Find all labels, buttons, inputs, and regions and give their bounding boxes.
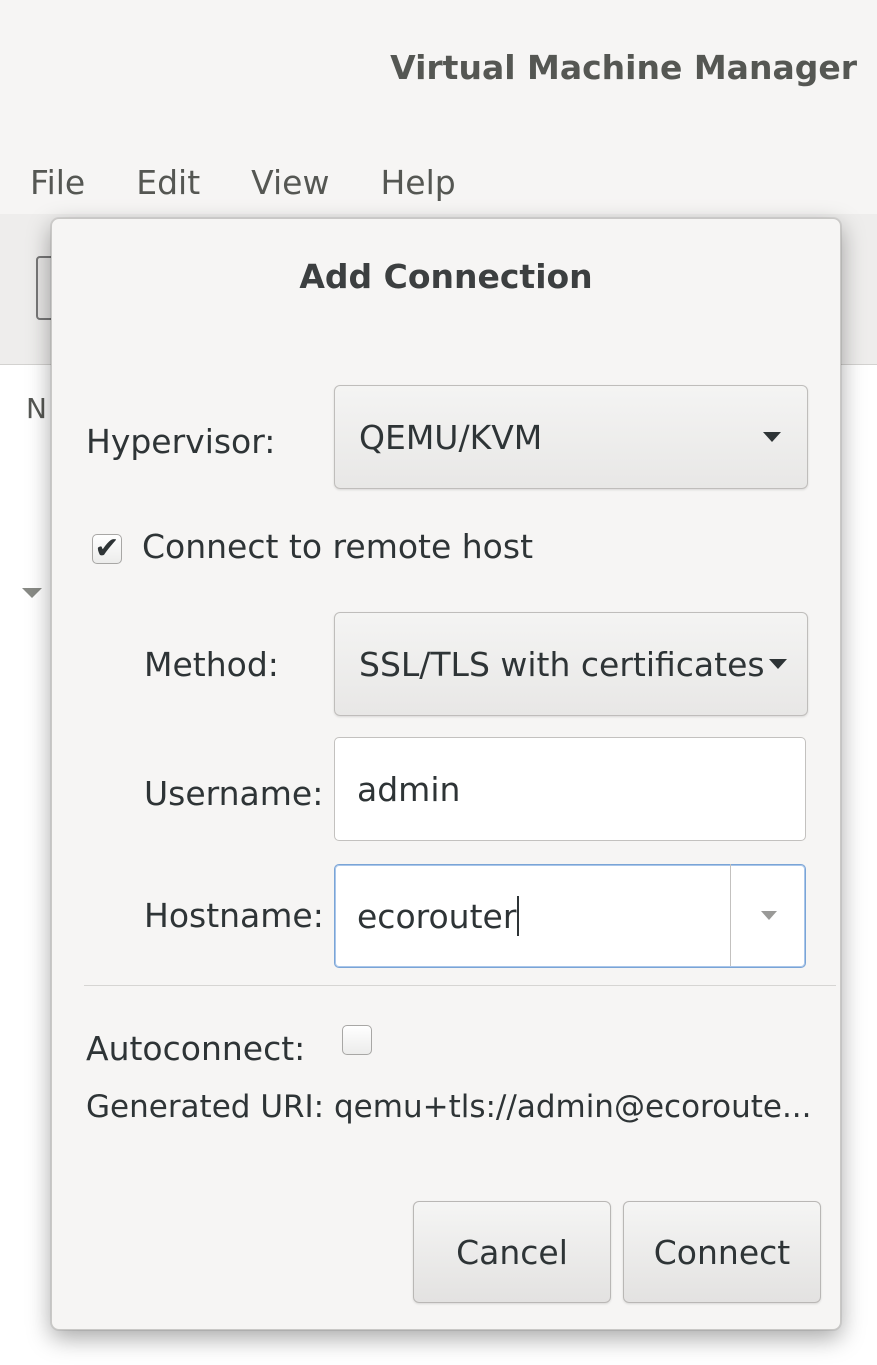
hypervisor-select[interactable]: QEMU/KVM (334, 385, 808, 489)
method-value: SSL/TLS with certificates (359, 644, 765, 684)
menubar: File Edit View Help (0, 150, 877, 214)
remote-host-checkbox[interactable]: ✔ (92, 534, 122, 564)
hostname-history-button[interactable] (730, 864, 807, 966)
add-connection-dialog: Add Connection Hypervisor: QEMU/KVM ✔ Co… (51, 218, 841, 1330)
text-cursor (517, 896, 520, 936)
menu-edit[interactable]: Edit (106, 163, 221, 202)
dropdown-arrow-icon (769, 659, 787, 669)
username-value: admin (357, 769, 461, 809)
separator (84, 985, 836, 986)
hostname-value: ecorouter (357, 896, 517, 936)
menu-file[interactable]: File (0, 163, 106, 202)
generated-uri-value: qemu+tls://admin@ecoroute... (334, 1089, 812, 1125)
hostname-label: Hostname: (144, 896, 324, 935)
autoconnect-checkbox[interactable] (342, 1025, 372, 1055)
menu-view[interactable]: View (221, 163, 350, 202)
generated-uri-label: Generated URI: (86, 1089, 325, 1125)
username-label: Username: (144, 774, 324, 813)
hypervisor-value: QEMU/KVM (359, 417, 543, 457)
window-title: Virtual Machine Manager (390, 48, 857, 87)
method-select[interactable]: SSL/TLS with certificates (334, 612, 808, 716)
chevron-down-icon (761, 910, 777, 920)
connect-button[interactable]: Connect (623, 1201, 821, 1303)
autoconnect-label: Autoconnect: (86, 1029, 306, 1068)
dialog-title: Add Connection (299, 257, 593, 296)
username-field[interactable]: admin (334, 737, 806, 841)
menu-help[interactable]: Help (350, 163, 476, 202)
list-column-header[interactable]: N (26, 392, 47, 425)
cancel-button[interactable]: Cancel (413, 1201, 611, 1303)
remote-host-label[interactable]: Connect to remote host (142, 527, 533, 566)
checkmark-icon: ✔ (94, 531, 120, 566)
method-label: Method: (144, 645, 279, 684)
expander-arrow-icon[interactable] (22, 588, 42, 598)
dropdown-arrow-icon (763, 432, 781, 442)
hypervisor-label: Hypervisor: (86, 422, 276, 461)
